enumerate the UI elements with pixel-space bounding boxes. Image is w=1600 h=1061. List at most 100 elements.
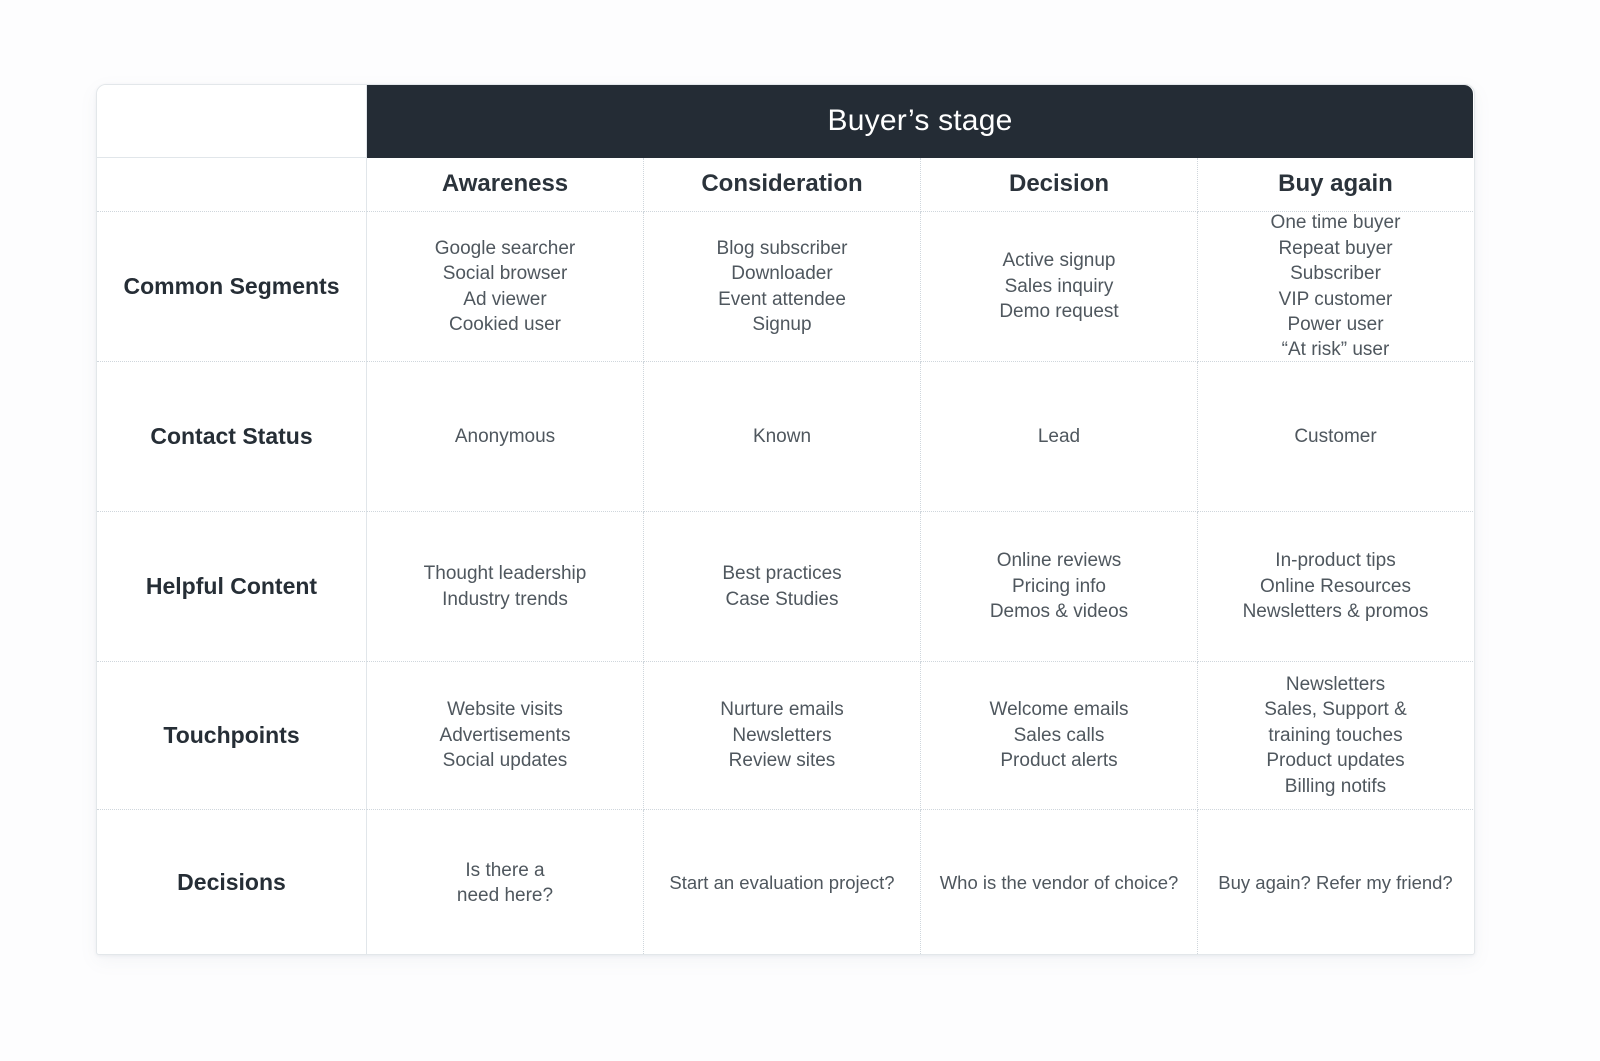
- cell-line: Blog subscriber: [716, 237, 848, 259]
- table-cell: In-product tips Online Resources Newslette…: [1198, 512, 1473, 662]
- cell-lines: Start an evaluation project?: [669, 871, 894, 896]
- cell-line: Anonymous: [454, 425, 556, 447]
- cell-line: Sales, Support &: [1264, 699, 1407, 721]
- cell-lines: In-product tips Online Resources Newslette…: [1243, 548, 1429, 624]
- cell-lines: Newsletters Sales, Support & training touc…: [1264, 672, 1407, 799]
- cell-line: Website visits: [447, 699, 563, 721]
- row-label-touchpoints: Touchpoints: [97, 662, 367, 810]
- cell-line: Event attendee: [718, 288, 846, 310]
- cell-line: Sales inquiry: [1004, 275, 1114, 297]
- cell-line: In-product tips: [1275, 550, 1396, 572]
- cell-lines: One time buyer Repeat buyer Subscriber VIP …: [1271, 210, 1401, 363]
- cell-lines: Is there a need here?: [457, 858, 553, 909]
- cell-line: Product updates: [1266, 750, 1405, 772]
- cell-line: Online Resources: [1259, 575, 1412, 597]
- cell-line: Social updates: [442, 750, 568, 772]
- cell-line: Pricing info: [1012, 575, 1106, 597]
- cell-line: Thought leadership: [423, 563, 587, 585]
- cell-lines: Website visits Advertisements Social updat…: [440, 697, 571, 773]
- cell-lines: Customer: [1294, 424, 1376, 449]
- buyers-stage-table-card: Buyer’s stage Awareness Consideration De…: [96, 84, 1475, 955]
- row-label-line: Contact Status: [150, 422, 313, 449]
- table-cell: One time buyer Repeat buyer Subscriber VIP …: [1198, 212, 1473, 362]
- cell-line: “At risk” user: [1281, 339, 1390, 361]
- cell-lines: Thought leadership Industry trends: [424, 561, 587, 612]
- cell-line: Welcome emails: [989, 699, 1129, 721]
- cell-lines: Anonymous: [455, 424, 555, 449]
- table-cell: Newsletters Sales, Support & training touc…: [1198, 662, 1473, 810]
- cell-lines: Welcome emails Sales calls Product alerts: [989, 697, 1128, 773]
- cell-line: Signup: [752, 313, 812, 335]
- table-cell: Blog subscriber Downloader Event attendee S…: [644, 212, 921, 362]
- table-cell: Welcome emails Sales calls Product alerts: [921, 662, 1198, 810]
- table-cell: Online reviews Pricing info Demos & videos: [921, 512, 1198, 662]
- stage-header-label: Consideration: [701, 170, 863, 198]
- cell-line: Demo request: [999, 301, 1119, 323]
- table-cell: Thought leadership Industry trends: [367, 512, 644, 662]
- cell-line: Cookied user: [449, 313, 561, 335]
- row-label-common-segments: Common Segments: [97, 212, 367, 362]
- cell-line: Subscriber: [1290, 263, 1381, 285]
- cell-line: Case Studies: [725, 588, 839, 610]
- cell-line: Online reviews: [996, 550, 1122, 572]
- cell-line: Downloader: [731, 263, 833, 285]
- stage-header-decision: Decision: [921, 158, 1198, 212]
- cell-line: Power user: [1287, 313, 1384, 335]
- table-cell: Known: [644, 362, 921, 512]
- cell-line: Repeat buyer: [1278, 237, 1393, 259]
- row-label-line: Common: [123, 272, 224, 299]
- cell-line: Active signup: [1002, 250, 1116, 272]
- cell-line: Industry trends: [442, 588, 568, 610]
- cell-line: Ad viewer: [463, 288, 547, 310]
- cell-line: Buy again? Refer my friend?: [1218, 871, 1453, 893]
- cell-line: Best practices: [722, 563, 842, 585]
- row-label-line: Segments: [229, 272, 340, 299]
- table-cell: Buy again? Refer my friend?: [1198, 810, 1473, 954]
- cell-line: Is there a: [465, 859, 545, 881]
- row-label-line: Decisions: [177, 869, 286, 896]
- table-cell: Anonymous: [367, 362, 644, 512]
- row-label-decisions: Decisions: [97, 810, 367, 954]
- stage-header-label: Decision: [1008, 170, 1110, 198]
- table-cell: Google searcher Social browser Ad viewer Co…: [367, 212, 644, 362]
- row-label-contact-status: Contact Status: [97, 362, 367, 512]
- cell-line: Newsletters & promos: [1242, 601, 1429, 623]
- row-label-helpful-content: Helpful Content: [97, 512, 367, 662]
- stage-header-consideration: Consideration: [644, 158, 921, 212]
- cell-line: Customer: [1294, 425, 1377, 447]
- table-cell: Best practices Case Studies: [644, 512, 921, 662]
- table-cell: Start an evaluation project?: [644, 810, 921, 954]
- table-cell: Customer: [1198, 362, 1473, 512]
- cell-line: Nurture emails: [720, 699, 844, 721]
- cell-line: Review sites: [728, 750, 836, 772]
- buyers-stage-grid: Buyer’s stage Awareness Consideration De…: [97, 85, 1474, 954]
- cell-lines: Buy again? Refer my friend?: [1218, 871, 1452, 896]
- banner-header: Buyer’s stage: [367, 85, 1473, 158]
- cell-line: Known: [752, 425, 812, 447]
- stage-header-label: Awareness: [441, 170, 569, 198]
- cell-line: Newsletters: [1285, 673, 1386, 695]
- cell-line: Billing notifs: [1284, 775, 1387, 797]
- stage-header-label: Buy again: [1278, 170, 1393, 198]
- cell-line: Newsletters: [732, 724, 832, 746]
- cell-lines: Lead: [1038, 424, 1080, 449]
- table-cell: Active signup Sales inquiry Demo request: [921, 212, 1198, 362]
- cell-line: Lead: [1037, 425, 1081, 447]
- cell-line: Google searcher: [434, 237, 576, 259]
- cell-line: Sales calls: [1013, 724, 1105, 746]
- cell-lines: Blog subscriber Downloader Event attendee S…: [717, 236, 848, 338]
- row-label-line: Touchpoints: [163, 721, 300, 748]
- table-corner-blank: [97, 85, 367, 158]
- cell-lines: Best practices Case Studies: [722, 561, 841, 612]
- cell-line: Product alerts: [1000, 750, 1118, 772]
- page-background: Buyer’s stage Awareness Consideration De…: [0, 0, 1600, 1061]
- cell-line: Advertisements: [439, 724, 571, 746]
- cell-line: Start an evaluation project?: [669, 871, 895, 893]
- cell-line: training touches: [1268, 724, 1403, 746]
- table-cell: Website visits Advertisements Social updat…: [367, 662, 644, 810]
- cell-line: need here?: [456, 885, 554, 906]
- cell-line: Demos & videos: [989, 601, 1129, 623]
- banner-title: Buyer’s stage: [827, 104, 1013, 138]
- cell-line: Social browser: [442, 263, 568, 285]
- stage-header-buy-again: Buy again: [1198, 158, 1473, 212]
